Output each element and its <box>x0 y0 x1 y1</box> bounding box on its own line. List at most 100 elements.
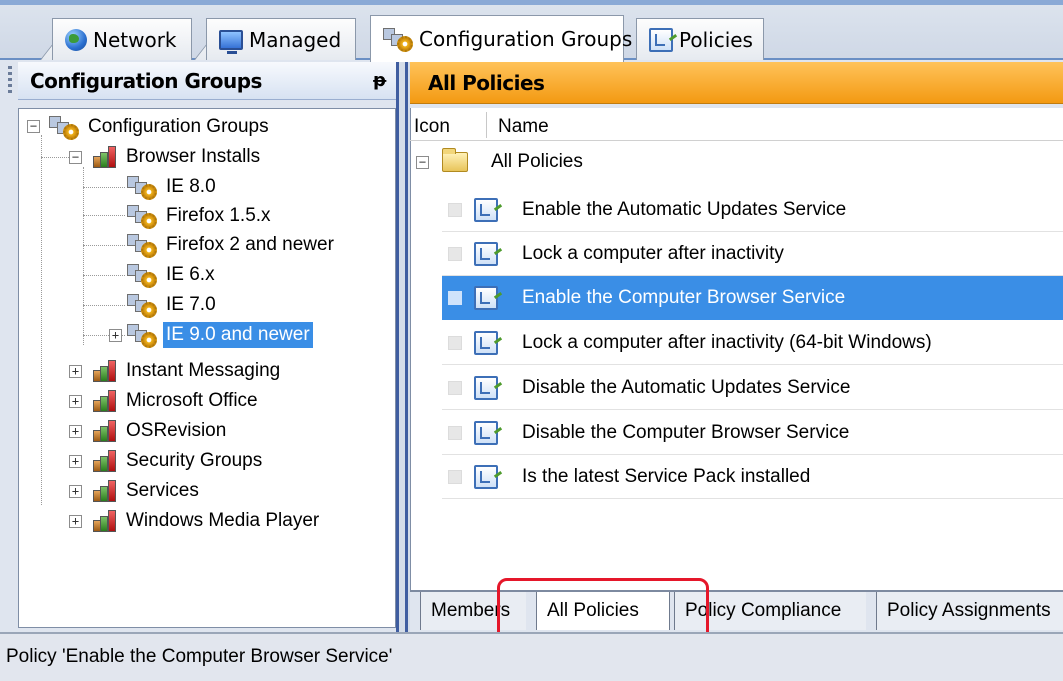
monitor-icon <box>219 29 243 54</box>
policy-icon <box>474 241 498 266</box>
expand-icon[interactable]: + <box>69 425 82 438</box>
tree-item-ie-7[interactable]: IE 7.0 <box>127 291 219 319</box>
policy-icon <box>474 464 498 489</box>
tree-line <box>83 187 125 188</box>
expand-icon[interactable]: + <box>69 455 82 468</box>
tab-members[interactable]: Members <box>420 592 526 630</box>
policy-row[interactable]: Is the latest Service Pack installed <box>442 455 1063 499</box>
tree-item-label: Instant Messaging <box>126 360 281 381</box>
bottom-tab-bar: Members All Policies Policy Compliance P… <box>410 590 1063 632</box>
config-groups-icon <box>127 322 157 348</box>
tree-item-browser-installs[interactable]: Browser Installs <box>93 143 263 171</box>
panel-grip[interactable] <box>8 66 12 96</box>
right-panel-title: All Policies <box>428 71 545 95</box>
tab-network[interactable]: Network <box>52 18 192 60</box>
tree-item-security-groups[interactable]: Security Groups <box>93 447 265 475</box>
tab-policy-compliance[interactable]: Policy Compliance <box>674 592 866 630</box>
tree-line <box>83 275 125 276</box>
expand-icon[interactable]: + <box>69 365 82 378</box>
row-expander-icon[interactable] <box>448 335 462 350</box>
tree-item-label: Browser Installs <box>126 146 261 167</box>
expand-icon[interactable]: + <box>109 329 122 342</box>
tree-line <box>41 157 71 158</box>
tree-line <box>83 245 125 246</box>
left-panel-header: Configuration Groups ᵽ <box>18 62 396 100</box>
tree-item-windows-media-player[interactable]: Windows Media Player <box>93 507 322 535</box>
column-header-name[interactable]: Name <box>498 116 549 138</box>
tree-item-services[interactable]: Services <box>93 477 202 505</box>
tree-item-label: IE 8.0 <box>166 176 216 197</box>
tab-policies-label: Policies <box>679 27 753 52</box>
tree-item-label: Firefox 2 and newer <box>166 234 334 255</box>
collapse-icon[interactable]: − <box>416 156 429 169</box>
status-bar: Policy 'Enable the Computer Browser Serv… <box>0 632 1063 681</box>
row-expander-icon[interactable] <box>448 202 462 217</box>
tree-item-label: OSRevision <box>126 420 227 441</box>
group-icon <box>93 510 117 532</box>
collapse-icon[interactable]: − <box>69 151 82 164</box>
pin-icon[interactable]: ᵽ <box>373 62 386 100</box>
tree-item-label: Configuration Groups <box>88 116 269 137</box>
policy-row[interactable]: Disable the Computer Browser Service <box>442 411 1063 455</box>
configuration-groups-tree: − Configuration Groups − Browser Install… <box>18 108 396 628</box>
group-icon <box>93 390 117 412</box>
group-icon <box>93 146 117 168</box>
row-expander-icon[interactable] <box>448 469 462 484</box>
expand-icon[interactable]: + <box>69 515 82 528</box>
policy-name: Is the latest Service Pack installed <box>522 465 811 487</box>
right-panel-header: All Policies <box>410 62 1063 104</box>
row-expander-icon[interactable] <box>448 380 462 395</box>
group-icon <box>93 480 117 502</box>
policy-name: Enable the Computer Browser Service <box>522 286 846 308</box>
policy-folder-all-policies[interactable]: All Policies <box>442 148 586 176</box>
grid-header-divider <box>410 140 1063 141</box>
policy-icon <box>474 197 498 222</box>
tree-item-ie-8[interactable]: IE 8.0 <box>127 173 219 201</box>
tree-item-instant-messaging[interactable]: Instant Messaging <box>93 357 283 385</box>
tree-item-osrevision[interactable]: OSRevision <box>93 417 229 445</box>
policy-row[interactable]: Lock a computer after inactivity <box>442 232 1063 276</box>
policy-row[interactable]: Lock a computer after inactivity (64-bit… <box>442 321 1063 365</box>
tree-item-label: Security Groups <box>126 450 263 471</box>
collapse-icon[interactable]: − <box>27 120 40 133</box>
tree-item-label: IE 7.0 <box>166 294 216 315</box>
policy-name: Lock a computer after inactivity (64-bit… <box>522 331 932 353</box>
policy-icon <box>649 27 673 52</box>
tree-item-ie-6[interactable]: IE 6.x <box>127 261 218 289</box>
tree-item-label-selected: IE 9.0 and newer <box>163 322 313 348</box>
policy-row[interactable]: Disable the Automatic Updates Service <box>442 366 1063 410</box>
row-expander-icon[interactable] <box>448 425 462 440</box>
config-groups-icon <box>127 262 157 288</box>
policy-icon <box>474 420 498 445</box>
column-header-icon[interactable]: Icon <box>414 116 450 138</box>
panel-splitter[interactable] <box>396 60 410 632</box>
policy-icon <box>474 330 498 355</box>
policy-row-selected[interactable]: Enable the Computer Browser Service <box>442 276 1063 320</box>
row-expander-icon[interactable] <box>448 290 462 305</box>
tab-configuration-groups-label: Configuration Groups <box>419 27 633 51</box>
tree-item-label: Firefox 1.5.x <box>166 205 271 226</box>
expand-icon[interactable]: + <box>69 395 82 408</box>
policy-row[interactable]: Enable the Automatic Updates Service <box>442 188 1063 232</box>
tree-item-microsoft-office[interactable]: Microsoft Office <box>93 387 261 415</box>
folder-icon <box>442 148 468 172</box>
policy-name: Enable the Automatic Updates Service <box>522 198 847 220</box>
app-window: Network Managed Configuration Groups Pol… <box>0 0 1063 681</box>
tree-line <box>41 135 42 505</box>
config-groups-icon <box>127 174 157 200</box>
config-groups-icon <box>383 26 413 52</box>
tab-policies[interactable]: Policies <box>636 18 764 60</box>
tree-item-firefox-2[interactable]: Firefox 2 and newer <box>127 231 337 259</box>
tab-all-policies[interactable]: All Policies <box>536 592 670 630</box>
expand-icon[interactable]: + <box>69 485 82 498</box>
tab-managed[interactable]: Managed <box>206 18 356 60</box>
tree-item-firefox-15[interactable]: Firefox 1.5.x <box>127 202 274 230</box>
column-separator[interactable] <box>486 112 487 138</box>
tree-item-ie-9[interactable]: IE 9.0 and newer <box>127 321 313 349</box>
tree-item-configuration-groups[interactable]: Configuration Groups <box>49 113 272 141</box>
tree-item-label: Microsoft Office <box>126 390 258 411</box>
policy-name: Disable the Automatic Updates Service <box>522 376 851 398</box>
row-expander-icon[interactable] <box>448 246 462 261</box>
tab-policy-assignments[interactable]: Policy Assignments <box>876 592 1063 630</box>
tab-configuration-groups[interactable]: Configuration Groups <box>370 15 632 62</box>
